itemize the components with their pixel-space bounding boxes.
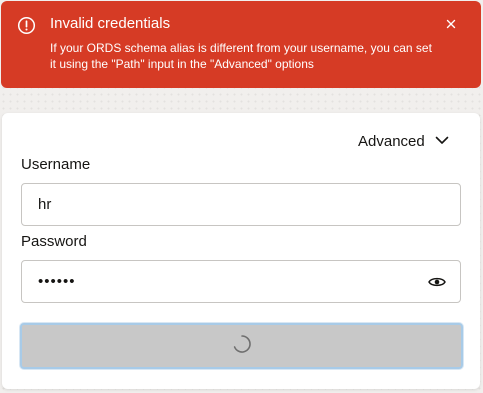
alert-circle-icon — [17, 16, 36, 35]
alert-message: If your ORDS schema alias is different f… — [50, 41, 432, 71]
login-card: Advanced Username Password — [2, 113, 480, 389]
chevron-down-icon — [435, 132, 449, 150]
error-alert: Invalid credentials If your ORDS schema … — [1, 1, 481, 88]
eye-icon[interactable] — [426, 272, 448, 292]
password-label: Password — [21, 233, 87, 250]
sign-in-button[interactable] — [20, 323, 463, 369]
username-input[interactable] — [21, 183, 461, 226]
advanced-toggle[interactable]: Advanced — [358, 129, 449, 153]
close-icon[interactable] — [442, 15, 460, 33]
username-label: Username — [21, 156, 91, 173]
advanced-label: Advanced — [358, 132, 425, 150]
spinner-icon — [232, 334, 252, 359]
password-input[interactable] — [21, 260, 461, 303]
alert-title: Invalid credentials — [50, 15, 171, 32]
